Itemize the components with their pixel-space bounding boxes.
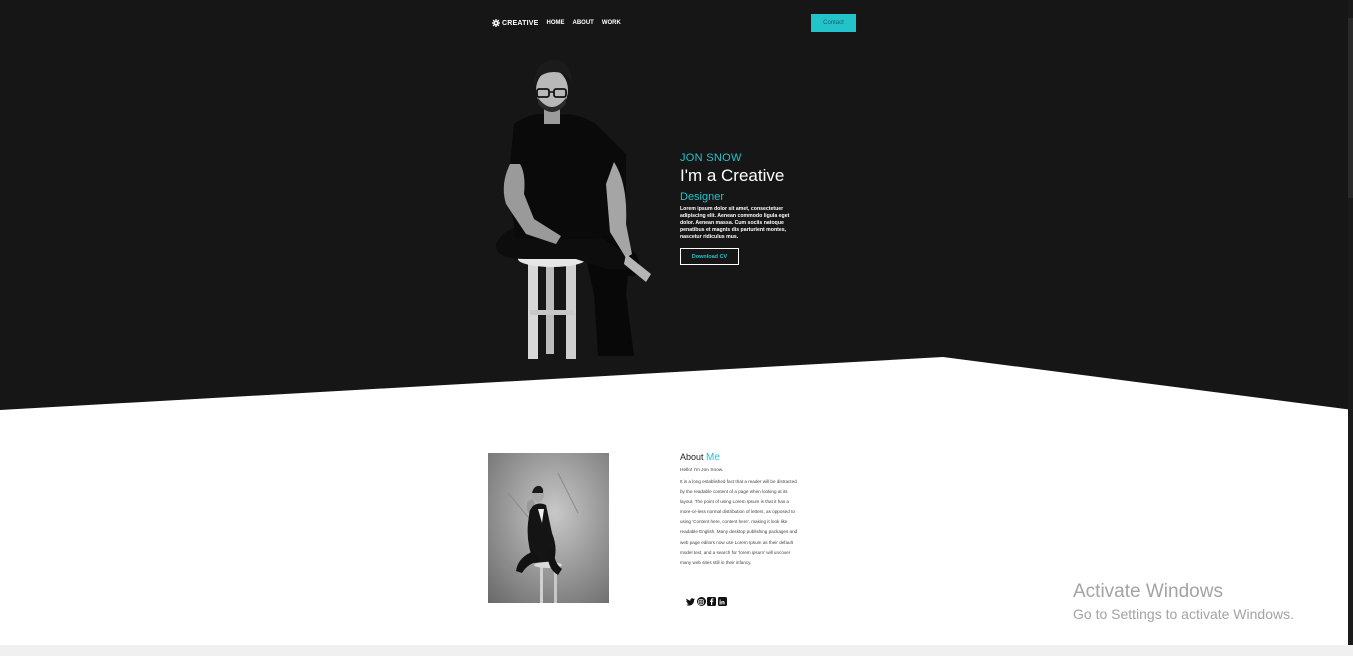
hero-name: JON SNOW <box>680 152 742 164</box>
download-cv-button[interactable]: Download CV <box>680 248 739 265</box>
hero-intro: JON SNOW I'm a Creative Designer Lorem i… <box>680 152 805 265</box>
nav-link-home[interactable]: HOME <box>546 20 564 26</box>
gear-icon <box>492 19 500 27</box>
hero-description: Lorem ipsum dolor sit amet, consectetuer… <box>680 206 790 240</box>
about-heading: About Me <box>680 452 798 463</box>
about-greeting: Hello! I'm Jon Snow. <box>680 468 724 473</box>
contact-button[interactable]: Contact <box>811 14 856 32</box>
linkedin-icon[interactable] <box>717 597 727 606</box>
portfolio-page: CREATIVE HOME ABOUT WORK Contact JON SNO… <box>0 0 1353 645</box>
twitter-icon[interactable] <box>686 597 695 606</box>
facebook-icon[interactable] <box>707 597 716 606</box>
about-portrait-image <box>488 453 609 603</box>
logo-text: CREATIVE <box>502 19 539 27</box>
about-body-text: It is a long established fact that a rea… <box>680 479 798 565</box>
activate-windows-title: Activate Windows <box>1073 581 1223 602</box>
social-links <box>686 597 728 606</box>
hero-portrait-image <box>495 60 651 359</box>
hero-role: Designer <box>680 191 725 203</box>
instagram-icon[interactable] <box>696 597 706 606</box>
scrollbar-thumb[interactable] <box>1348 18 1353 198</box>
hero-background <box>0 0 1353 410</box>
activate-windows-subtitle: Go to Settings to activate Windows. <box>1073 606 1294 622</box>
about-heading-prefix: About <box>680 452 704 462</box>
nav-link-about[interactable]: ABOUT <box>572 20 593 26</box>
hero-title: I'm a Creative <box>680 166 785 185</box>
windows-activation-watermark: Activate Windows Go to Settings to activ… <box>1073 581 1294 622</box>
about-section: About Me Hello! I'm Jon Snow. It is a lo… <box>680 452 798 568</box>
about-heading-accent: Me <box>706 452 720 463</box>
nav-link-work[interactable]: WORK <box>602 20 621 26</box>
logo[interactable]: CREATIVE <box>492 19 538 27</box>
top-nav: CREATIVE HOME ABOUT WORK <box>492 16 621 30</box>
